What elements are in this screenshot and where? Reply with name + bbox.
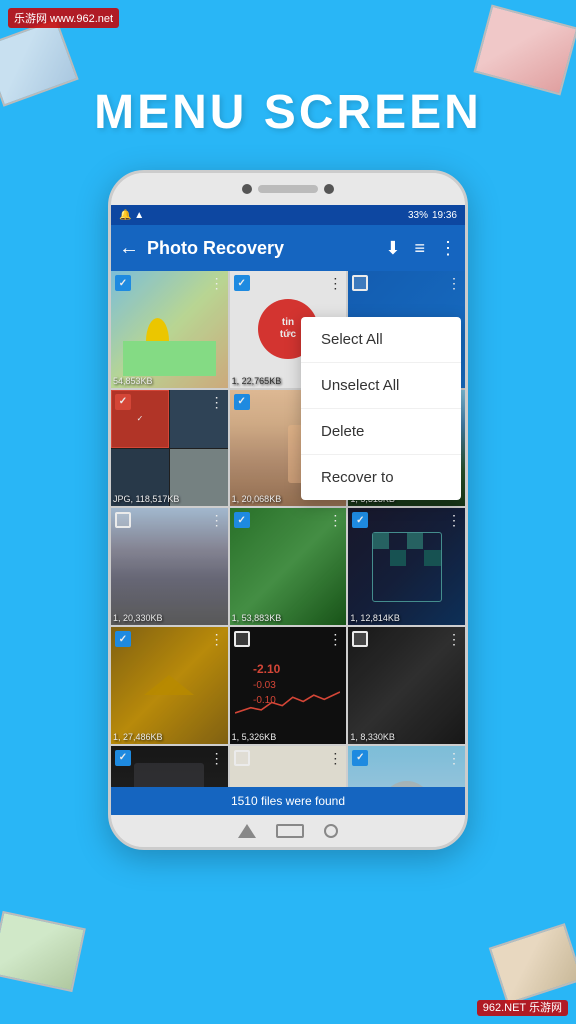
decorative-photo-tr xyxy=(473,5,576,96)
dropdown-select-all[interactable]: Select All xyxy=(301,317,461,363)
nav-back-button[interactable] xyxy=(238,824,256,838)
decorative-photo-bl xyxy=(0,911,86,992)
nav-recent-button[interactable] xyxy=(324,824,338,838)
back-button[interactable]: ← xyxy=(119,237,139,260)
phone-sensors xyxy=(258,185,318,193)
header-actions: ⬇ ≡ ⋮ xyxy=(385,238,457,259)
decorative-photo-br xyxy=(489,923,576,1005)
watermark-top: 乐游网 www.962.net xyxy=(8,8,119,28)
phone-screen: 🔔 ▲ 33% 19:36 ← Photo Recovery ⬇ ≡ ⋮ xyxy=(111,205,465,815)
dropdown-recover-to[interactable]: Recover to xyxy=(301,455,461,500)
nav-home-button[interactable] xyxy=(276,824,304,838)
phone-bottom-bezel xyxy=(111,815,465,847)
header-title: Photo Recovery xyxy=(147,238,385,259)
phone-frame: 🔔 ▲ 33% 19:36 ← Photo Recovery ⬇ ≡ ⋮ xyxy=(108,170,468,850)
dropdown-menu: Select All Unselect All Delete Recover t… xyxy=(301,317,461,500)
app-header: ← Photo Recovery ⬇ ≡ ⋮ xyxy=(111,225,465,271)
more-options-icon[interactable]: ⋮ xyxy=(439,238,457,259)
filter-icon[interactable]: ≡ xyxy=(414,238,425,259)
footer-text: 1510 files were found xyxy=(231,794,345,808)
dropdown-unselect-all[interactable]: Unselect All xyxy=(301,363,461,409)
dropdown-delete[interactable]: Delete xyxy=(301,409,461,455)
phone-speaker xyxy=(324,184,334,194)
battery-level: 33% xyxy=(408,210,428,221)
status-icons: 🔔 ▲ xyxy=(119,210,404,221)
status-bar: 🔔 ▲ 33% 19:36 xyxy=(111,205,465,225)
phone-top-bezel xyxy=(111,173,465,205)
app-footer: 1510 files were found xyxy=(111,787,465,815)
watermark-bottom: 962.NET 乐游网 xyxy=(477,998,568,1016)
download-icon[interactable]: ⬇ xyxy=(385,238,400,259)
phone-camera xyxy=(242,184,252,194)
time-display: 19:36 xyxy=(432,210,457,221)
page-title: MENU SCREEN xyxy=(0,85,576,140)
